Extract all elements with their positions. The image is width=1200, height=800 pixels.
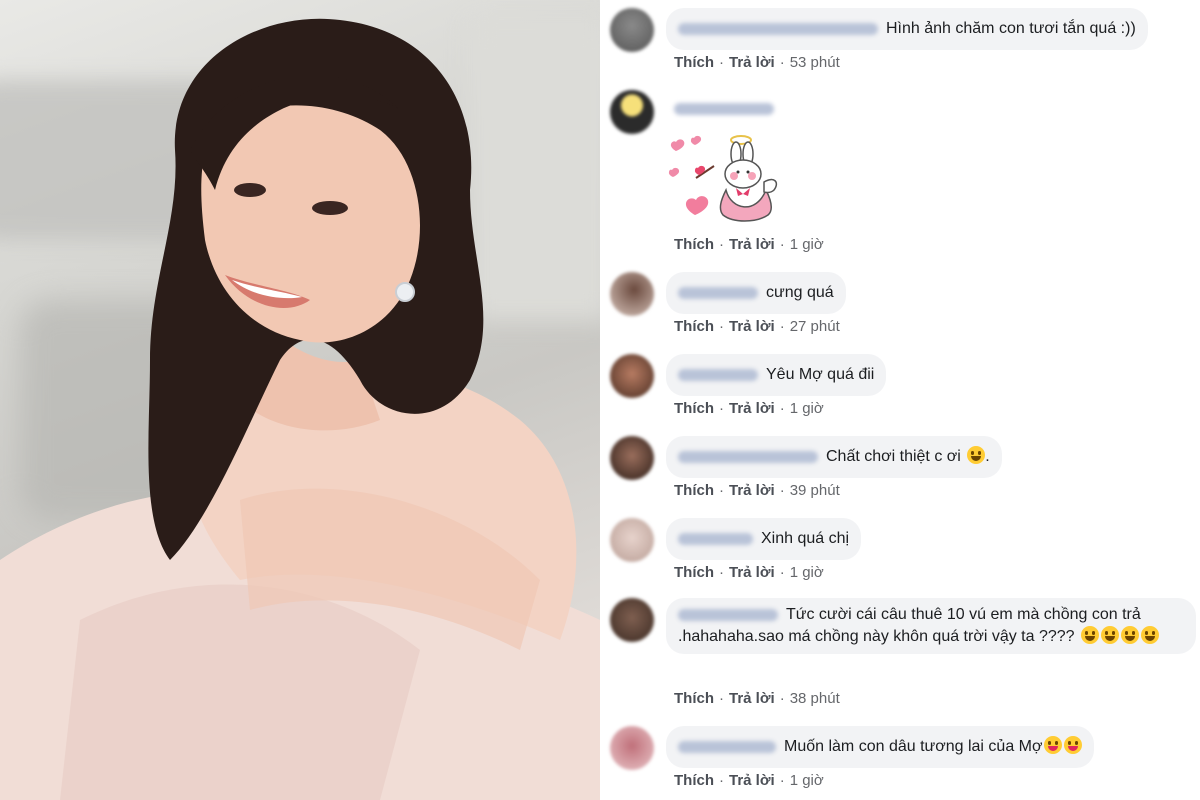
grinning-emoji-icon — [1101, 626, 1119, 644]
like-link[interactable]: Thích — [674, 318, 714, 335]
timestamp[interactable]: 1 giờ — [790, 564, 824, 581]
like-link[interactable]: Thích — [674, 772, 714, 789]
comment-bubble: Hình ảnh chăm con tươi tắn quá :)) — [666, 8, 1148, 50]
comment-actions: Thích · Trả lời · 1 giờ — [674, 400, 824, 417]
commenter-name-blurred[interactable] — [678, 532, 753, 545]
comment-bubble: Tức cười cái câu thuê 10 vú em mà chồng … — [666, 598, 1196, 654]
grinning-emoji-icon — [1141, 626, 1159, 644]
comment-bubble: cưng quá — [666, 272, 846, 314]
comment-actions: Thích · Trả lời · 39 phút — [674, 482, 840, 499]
avatar[interactable] — [610, 90, 654, 134]
angel-bunny-sticker — [668, 135, 778, 222]
timestamp[interactable]: 1 giờ — [790, 236, 824, 253]
comment-actions: Thích · Trả lời · 1 giờ — [674, 772, 824, 789]
comment-text: Chất chơi thiệt c ơi — [826, 448, 961, 465]
reply-link[interactable]: Trả lời — [729, 690, 775, 707]
commenter-name-blurred[interactable] — [678, 22, 878, 35]
timestamp[interactable]: 27 phút — [790, 318, 840, 335]
grinning-emoji-icon — [1121, 626, 1139, 644]
avatar[interactable] — [610, 518, 654, 562]
commenter-name-blurred[interactable] — [674, 102, 774, 115]
reply-link[interactable]: Trả lời — [729, 318, 775, 335]
commenter-name-blurred[interactable] — [678, 608, 778, 621]
grinning-emoji-icon — [1081, 626, 1099, 644]
like-link[interactable]: Thích — [674, 564, 714, 581]
avatar[interactable] — [610, 598, 654, 642]
tongue-emoji-icon — [1064, 736, 1083, 754]
grinning-emoji-icon — [967, 446, 986, 464]
comment-text: cưng quá — [766, 284, 834, 301]
timestamp[interactable]: 1 giờ — [790, 772, 824, 789]
comment-actions: Thích · Trả lời · 1 giờ — [674, 236, 824, 253]
comment-bubble: Xinh quá chị — [666, 518, 862, 560]
comment-actions: Thích · Trả lời · 38 phút — [674, 690, 840, 707]
comment-actions: Thích · Trả lời · 53 phút — [674, 54, 840, 71]
like-link[interactable]: Thích — [674, 690, 714, 707]
like-link[interactable]: Thích — [674, 236, 714, 253]
tongue-emoji-icon — [1044, 736, 1063, 754]
like-link[interactable]: Thích — [674, 482, 714, 499]
timestamp[interactable]: 53 phút — [790, 54, 840, 71]
avatar[interactable] — [610, 726, 654, 770]
timestamp[interactable]: 39 phút — [790, 482, 840, 499]
comment-bubble: Yêu Mợ quá đii — [666, 354, 887, 396]
commenter-name-blurred[interactable] — [678, 450, 818, 463]
avatar[interactable] — [610, 272, 654, 316]
comment-bubble: Chất chơi thiệt c ơi . — [666, 436, 1002, 478]
timestamp[interactable]: 38 phút — [790, 690, 840, 707]
avatar[interactable] — [610, 436, 654, 480]
comment-actions: Thích · Trả lời · 27 phút — [674, 318, 840, 335]
woman-portrait-illustration — [0, 18, 600, 800]
portrait-photo — [0, 0, 600, 800]
comment-text: Hình ảnh chăm con tươi tắn quá :)) — [886, 20, 1136, 37]
commenter-name-blurred[interactable] — [678, 740, 776, 753]
commenter-name-blurred[interactable] — [678, 368, 758, 381]
reply-link[interactable]: Trả lời — [729, 482, 775, 499]
comment-actions: Thích · Trả lời · 1 giờ — [674, 564, 824, 581]
reply-link[interactable]: Trả lời — [729, 564, 775, 581]
like-link[interactable]: Thích — [674, 54, 714, 71]
commenter-name-blurred[interactable] — [678, 286, 758, 299]
reply-link[interactable]: Trả lời — [729, 236, 775, 253]
comment-feed: Hình ảnh chăm con tươi tắn quá :)) Thích… — [600, 0, 1200, 800]
comment-text: Muốn làm con dâu tương lai của Mợ — [784, 738, 1043, 755]
comment-bubble: Muốn làm con dâu tương lai của Mợ — [666, 726, 1095, 768]
reply-link[interactable]: Trả lời — [729, 772, 775, 789]
reply-link[interactable]: Trả lời — [729, 54, 775, 71]
reply-link[interactable]: Trả lời — [729, 400, 775, 417]
timestamp[interactable]: 1 giờ — [790, 400, 824, 417]
avatar[interactable] — [610, 8, 654, 52]
comment-text: Yêu Mợ quá đii — [766, 366, 875, 383]
avatar[interactable] — [610, 354, 654, 398]
like-link[interactable]: Thích — [674, 400, 714, 417]
comment-text: Xinh quá chị — [761, 530, 850, 547]
